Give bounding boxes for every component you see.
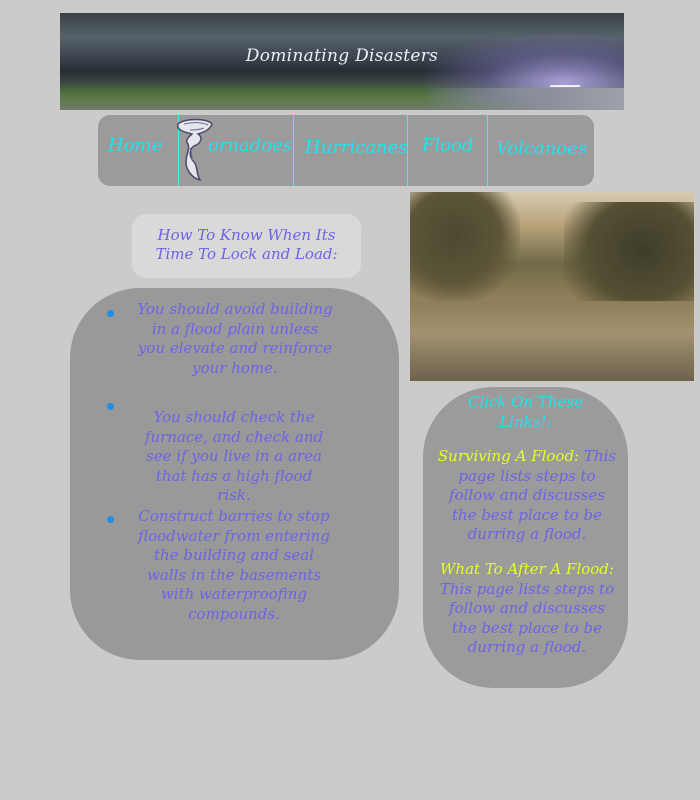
- road: [424, 88, 624, 110]
- tornado-icon[interactable]: [174, 118, 214, 182]
- nav-tornadoes-label[interactable]: ornadoes: [208, 135, 292, 156]
- links-panel: Click On These Links!: Surviving A Flood…: [423, 387, 628, 688]
- header-banner: Dominating Disasters: [60, 13, 624, 110]
- site-title: Dominating Disasters: [245, 46, 439, 66]
- heading-line-1: How To Know When Its: [157, 226, 336, 244]
- list-item: You should avoid building in a flood pla…: [137, 300, 333, 377]
- nav-home-label[interactable]: Home: [108, 135, 162, 156]
- tips-panel: You should avoid building in a flood pla…: [70, 288, 399, 660]
- flood-photo: [410, 192, 694, 381]
- nav-home[interactable]: Home: [98, 115, 178, 186]
- link-surviving-flood[interactable]: Surviving A Flood:: [438, 447, 579, 465]
- nav-hurricanes-label[interactable]: Hurricanes: [305, 137, 408, 158]
- list-item: You should check the furnace, and check …: [144, 408, 324, 504]
- nav-volcanoes[interactable]: Volcanoes: [488, 115, 594, 186]
- bullet-icon: [107, 403, 114, 410]
- list-item: Construct barries to stop floodwater fro…: [138, 507, 330, 623]
- nav-flood-label[interactable]: Flood: [422, 135, 473, 156]
- heading-line-2: Time To Lock and Load:: [155, 245, 338, 263]
- link-item: Surviving A Flood: This page lists steps…: [435, 447, 619, 545]
- link-description: This page lists steps to follow and disc…: [439, 579, 615, 657]
- link-after-flood[interactable]: What To After A Flood:: [440, 560, 614, 578]
- trees-left: [410, 192, 520, 302]
- nav-flood[interactable]: Flood: [408, 115, 487, 186]
- bullet-icon: [107, 310, 114, 317]
- section-heading: How To Know When Its Time To Lock and Lo…: [132, 214, 361, 278]
- nav-hurricanes[interactable]: Hurricanes: [294, 115, 408, 186]
- bullet-icon: [107, 516, 114, 523]
- nav-bar: Home ornadoes Hurricanes Flood Volcanoes: [98, 115, 594, 186]
- nav-volcanoes-label[interactable]: Volcanoes: [496, 138, 587, 159]
- links-title: Click On These Links!:: [467, 393, 584, 431]
- link-item: What To After A Flood: This page lists s…: [435, 560, 619, 658]
- flood-water: [410, 301, 694, 381]
